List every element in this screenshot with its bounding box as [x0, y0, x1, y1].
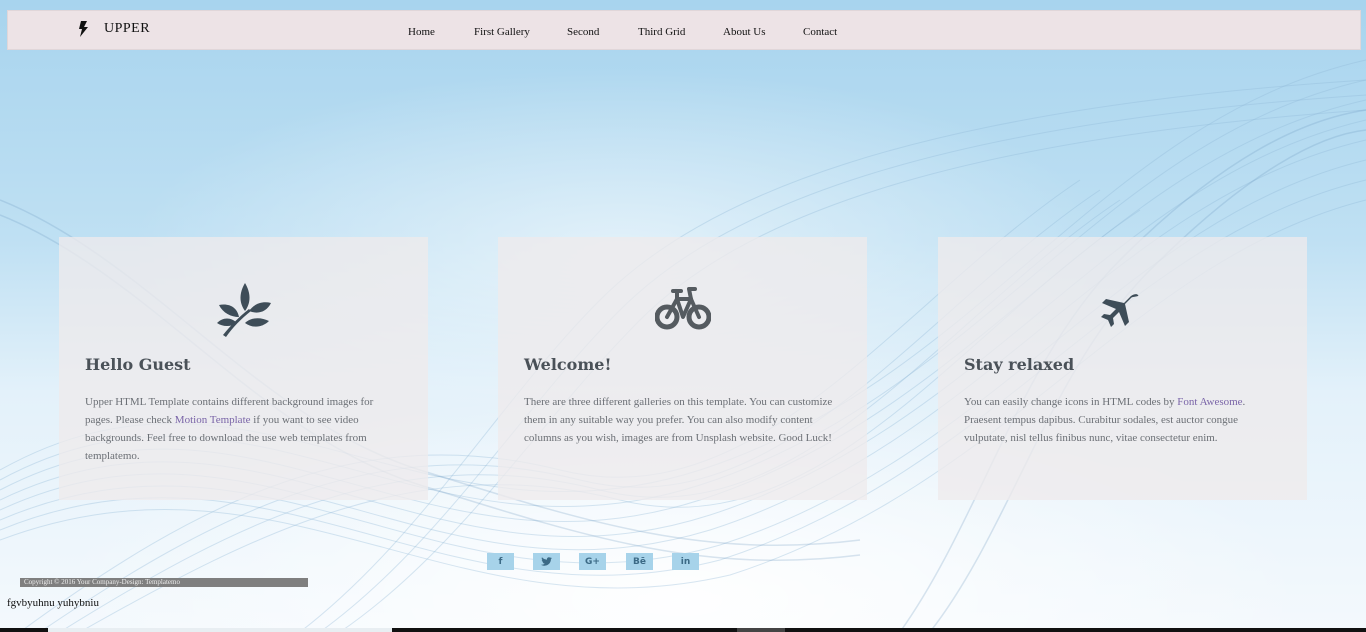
google-plus-button[interactable]: G+	[579, 553, 606, 570]
card-text: There are three different galleries on t…	[524, 396, 833, 444]
nav-item-first-gallery[interactable]: First Gallery	[474, 26, 530, 38]
top-navbar: UPPER Home First Gallery Second Third Gr…	[7, 10, 1361, 50]
leaf-icon	[217, 283, 271, 337]
motion-template-link[interactable]: Motion Template	[175, 414, 251, 426]
nav-item-third-grid[interactable]: Third Grid	[638, 26, 685, 38]
font-awesome-link[interactable]: Font Awesome	[1177, 396, 1242, 408]
bottom-scroll-strip	[0, 628, 1366, 632]
twitter-button[interactable]	[533, 553, 560, 570]
plane-icon	[1101, 294, 1139, 327]
nav-item-second[interactable]: Second	[567, 26, 599, 38]
main-nav: Home First Gallery Second Third Grid Abo…	[8, 26, 1360, 46]
card-text: You can easily change icons in HTML code…	[964, 393, 1274, 447]
card-text-part: You can easily change icons in HTML code…	[964, 396, 1178, 408]
card-title: Hello Guest	[85, 355, 191, 374]
card-welcome: Welcome! There are three different galle…	[498, 237, 867, 500]
card-hello-guest: Hello Guest Upper HTML Template contains…	[59, 237, 428, 500]
nav-item-home[interactable]: Home	[408, 26, 435, 38]
linkedin-icon: in	[680, 556, 691, 567]
card-stay-relaxed: Stay relaxed You can easily change icons…	[938, 237, 1307, 500]
behance-icon: Bē	[633, 556, 646, 567]
card-title: Stay relaxed	[964, 355, 1075, 374]
google-plus-icon: G+	[585, 556, 600, 567]
linkedin-button[interactable]: in	[672, 553, 699, 570]
copyright-bar: Copyright © 2016 Your Company-Design: Te…	[20, 578, 308, 587]
scroll-segment	[737, 628, 785, 632]
card-title: Welcome!	[524, 355, 612, 374]
scroll-segment	[48, 628, 392, 632]
behance-button[interactable]: Bē	[626, 553, 653, 570]
footer-extra-text: fgvbyuhnu yuhybniu	[7, 597, 99, 609]
nav-item-contact[interactable]: Contact	[803, 26, 837, 38]
bicycle-icon	[655, 287, 711, 330]
facebook-button[interactable]: f	[487, 553, 514, 570]
card-text: Upper HTML Template contains different b…	[85, 393, 395, 465]
twitter-icon	[541, 557, 552, 566]
nav-item-about-us[interactable]: About Us	[723, 26, 765, 38]
facebook-icon: f	[498, 556, 503, 567]
